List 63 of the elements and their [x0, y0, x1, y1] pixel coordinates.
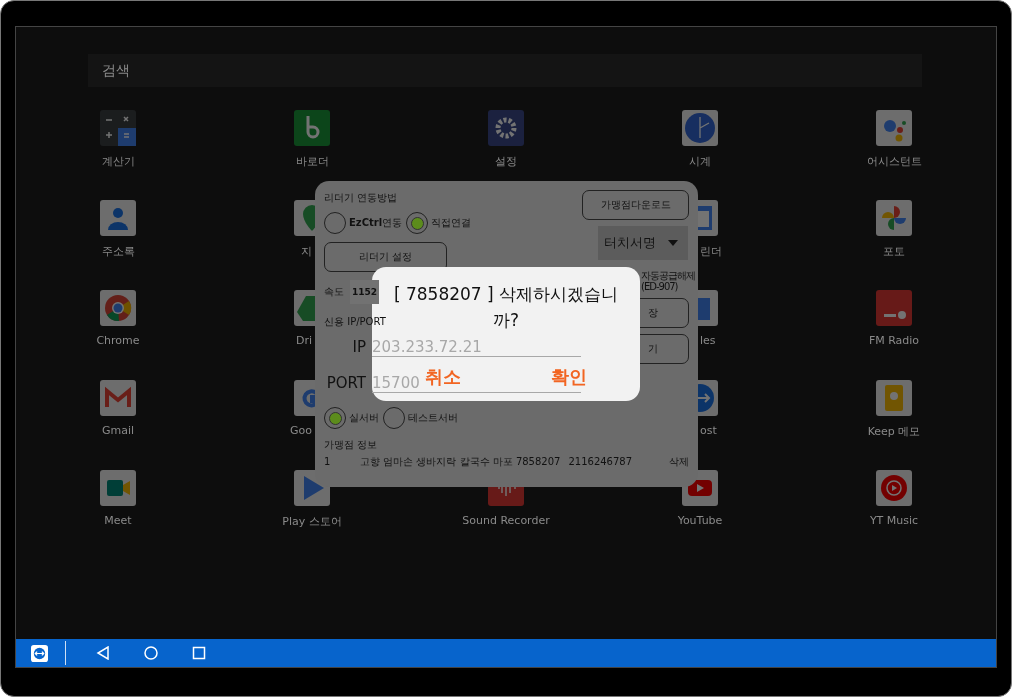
- app-label: FM Radio: [868, 334, 920, 347]
- app-label: Gmail: [101, 424, 135, 437]
- radio-button[interactable]: [406, 212, 429, 234]
- app-label: Sound Recorder: [462, 514, 550, 527]
- caret-icon: [668, 240, 678, 246]
- app-label: 계산기: [101, 154, 135, 169]
- radio-label: 테스트서버: [408, 411, 458, 425]
- music-icon[interactable]: [876, 470, 912, 506]
- app-label: 시계: [689, 154, 711, 169]
- ip-label: IP: [351, 338, 367, 356]
- assistant-icon[interactable]: [876, 110, 912, 146]
- app-label: 바로더: [295, 154, 329, 169]
- search-field[interactable]: 검색: [88, 54, 922, 87]
- radio-button[interactable]: [324, 212, 346, 234]
- app-label: Chrome: [96, 334, 140, 347]
- app-label: 주소록: [101, 244, 135, 259]
- app-label: 지: [301, 244, 312, 259]
- section-label: 가맹점 정보: [324, 439, 379, 451]
- table-cell: 2116246787: [568, 456, 633, 467]
- download-button[interactable]: 가맹점다운로드: [582, 190, 689, 220]
- gear-icon[interactable]: [488, 110, 524, 146]
- app-label: 린더: [700, 244, 722, 259]
- bulb-icon[interactable]: [876, 380, 912, 416]
- app-label: Play 스토어: [282, 514, 342, 529]
- app-label: Dri: [295, 334, 312, 347]
- chrome-icon[interactable]: [100, 290, 136, 326]
- recents-icon[interactable]: [192, 646, 206, 660]
- speed-label: 속도: [324, 286, 344, 298]
- b-logo-icon[interactable]: [294, 110, 330, 146]
- home-icon[interactable]: [144, 646, 158, 660]
- camera-icon[interactable]: [100, 470, 136, 506]
- calculator-icon[interactable]: [100, 110, 136, 146]
- radio-button[interactable]: [383, 407, 405, 429]
- signature-dropdown[interactable]: 터치서명: [598, 226, 688, 260]
- person-icon[interactable]: [100, 200, 136, 236]
- app-label: Meet: [104, 514, 132, 527]
- reader-settings-button[interactable]: 리더기 설정: [324, 242, 447, 272]
- app-label: les: [700, 334, 716, 347]
- app-label: Keep 메모: [867, 424, 921, 439]
- radio-label: 실서버: [349, 411, 379, 425]
- app-label: Goo: [290, 424, 312, 437]
- speed-field[interactable]: 1152: [350, 280, 380, 304]
- pinwheel-icon[interactable]: [876, 200, 912, 236]
- app-label: ost: [700, 424, 717, 437]
- clock-icon[interactable]: [682, 110, 718, 146]
- app-label: YouTube: [677, 514, 723, 527]
- table-cell: 고향 엄마손 생바지락 칼국수 마포 7858207: [360, 455, 561, 469]
- table-cell-text: 1: [324, 456, 332, 467]
- auto-supply-label: 자동공급해제(ED-907): [641, 270, 695, 292]
- port-label: PORT: [325, 374, 367, 392]
- app-label: 어시스턴트: [866, 154, 922, 169]
- app-label: YT Music: [869, 514, 919, 527]
- confirm-message: [ 7858207 ] 삭제하시겠습니까?: [392, 283, 620, 332]
- radio-label: EzCtrl연동: [349, 216, 403, 230]
- section-label: 리더기 연동방법: [324, 192, 398, 204]
- delete-link[interactable]: 삭제: [669, 455, 689, 469]
- back-icon[interactable]: [96, 646, 110, 660]
- mail-icon[interactable]: [100, 380, 136, 416]
- remote-arrows-icon[interactable]: [31, 644, 48, 662]
- radio-button[interactable]: [324, 407, 346, 429]
- app-label: 포토: [883, 244, 905, 259]
- radio-label: 직접연결: [431, 216, 472, 230]
- app-label: 설정: [495, 154, 517, 169]
